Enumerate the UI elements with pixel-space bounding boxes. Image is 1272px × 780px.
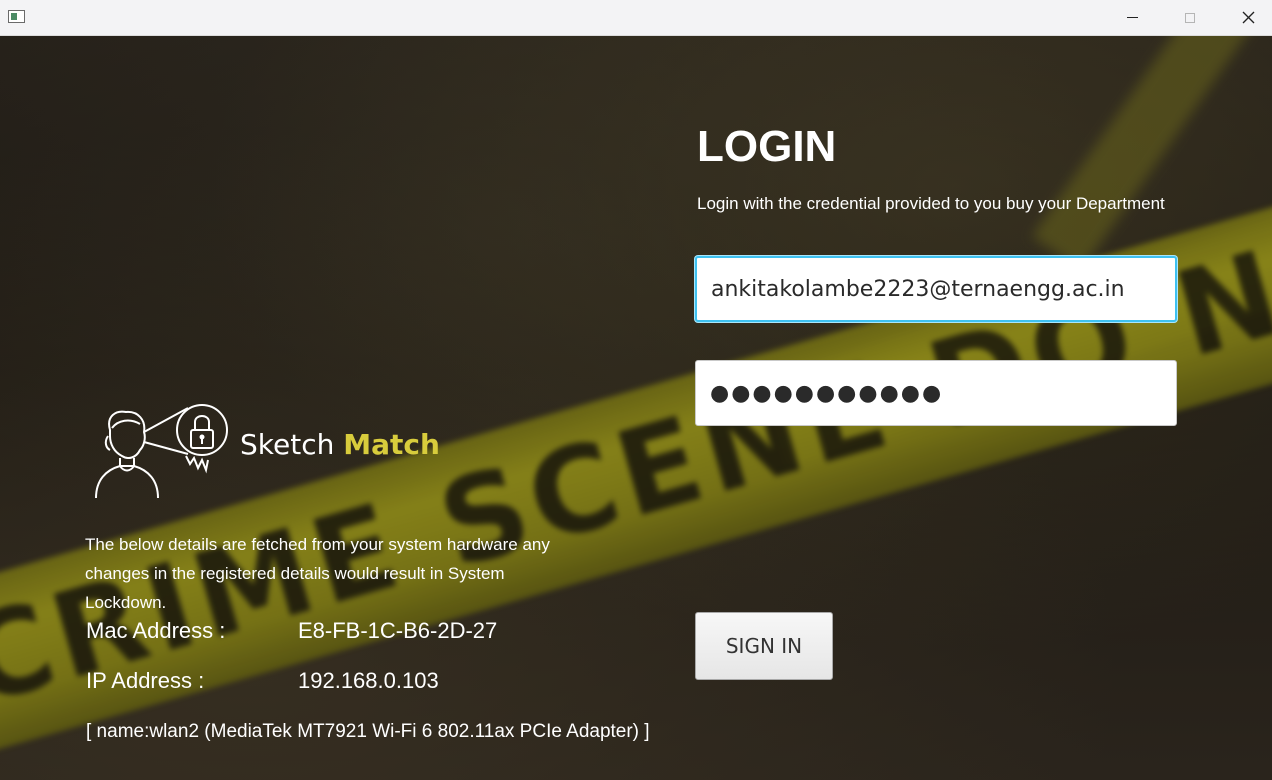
mac-address-label: Mac Address :	[86, 618, 226, 643]
login-title: LOGIN	[697, 122, 837, 171]
email-input[interactable]	[695, 256, 1177, 322]
person-lock-icon	[95, 404, 228, 499]
sign-in-button[interactable]: SIGN IN	[695, 612, 833, 680]
brand-name-part1: Sketch	[240, 428, 335, 461]
mac-address-value: E8-FB-1C-B6-2D-27	[298, 618, 498, 643]
network-adapter-info: [ name:wlan2 (MediaTek MT7921 Wi-Fi 6 80…	[86, 721, 650, 742]
close-icon	[1242, 11, 1254, 24]
minimize-icon	[1126, 17, 1138, 18]
title-bar[interactable]	[0, 0, 1272, 36]
login-subtitle: Login with the credential provided to yo…	[697, 194, 1165, 213]
maximize-button[interactable]	[1161, 0, 1219, 35]
maximize-icon	[1185, 12, 1195, 23]
minimize-button[interactable]	[1103, 0, 1161, 35]
password-input[interactable]	[695, 360, 1177, 426]
brand-name: Sketch Match	[240, 428, 440, 461]
close-button[interactable]	[1219, 0, 1272, 35]
ip-address-label: IP Address :	[86, 668, 205, 693]
app-window: CRIME SCENE DO NOT CROSS LOGIN Login wit…	[0, 0, 1272, 780]
hardware-notice: The below details are fetched from your …	[85, 535, 550, 612]
brand-name-part2: Match	[343, 428, 440, 461]
app-window-icon	[8, 10, 25, 23]
ip-address-value: 192.168.0.103	[298, 668, 439, 693]
